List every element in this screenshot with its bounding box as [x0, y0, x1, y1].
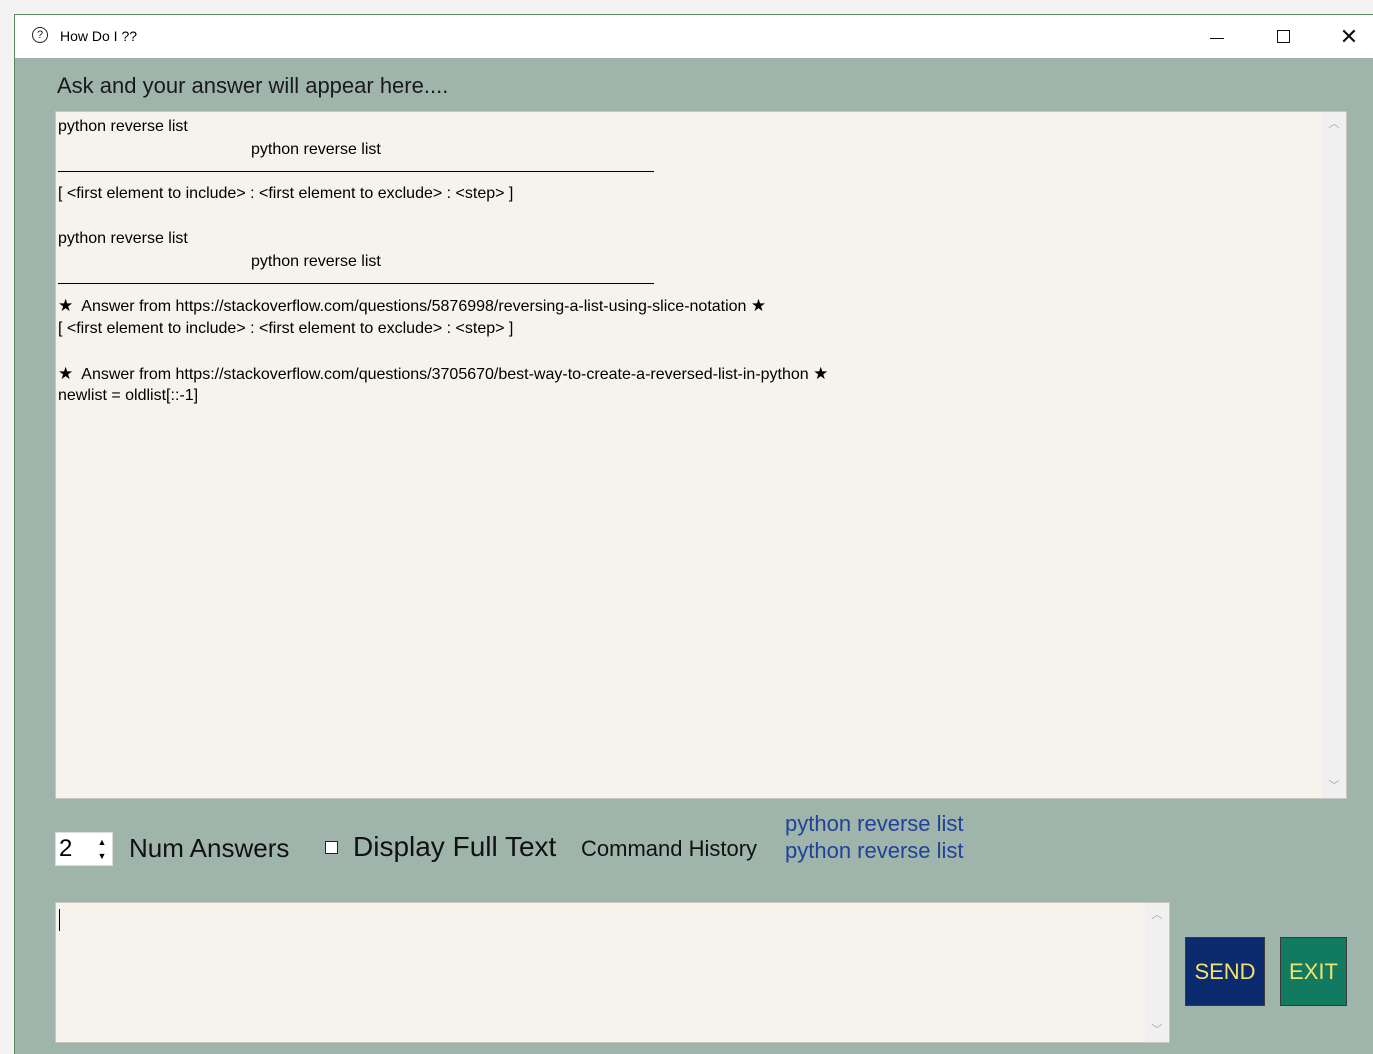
star-icon: ★: [58, 363, 74, 383]
query-input[interactable]: ︿ ﹀: [55, 902, 1170, 1043]
minimize-button[interactable]: [1185, 15, 1249, 58]
scroll-down-icon[interactable]: ﹀: [1322, 776, 1346, 796]
maximize-button[interactable]: [1251, 15, 1315, 58]
window-title: How Do I ??: [60, 28, 138, 44]
close-button[interactable]: ✕: [1317, 15, 1373, 58]
output-line: newlist = oldlist[::-1]: [58, 387, 199, 404]
input-scrollbar[interactable]: ︿ ﹀: [1145, 903, 1169, 1042]
star-icon: ★: [813, 363, 829, 383]
app-window: ? How Do I ?? ✕ Ask and your answer will…: [14, 14, 1373, 1054]
command-history-list: python reverse list python reverse list: [785, 810, 964, 864]
answer-source-text: Answer from https://stackoverflow.com/qu…: [81, 298, 747, 315]
answer-area-label: Ask and your answer will appear here....: [57, 73, 449, 98]
send-button[interactable]: SEND: [1185, 937, 1265, 1006]
minimize-icon: [1210, 38, 1224, 39]
spin-down-icon[interactable]: ▼: [94, 849, 110, 863]
output-line: [ <first element to include> : <first el…: [58, 319, 514, 337]
history-item[interactable]: python reverse list: [785, 837, 964, 864]
scroll-up-icon[interactable]: ︿: [1145, 905, 1169, 925]
separator-line: [58, 283, 654, 284]
title-bar: ? How Do I ?? ✕: [15, 15, 1373, 58]
display-full-text-checkbox[interactable]: [325, 841, 338, 854]
separator-line: [58, 171, 654, 172]
answer-source-line: ★ Answer from https://stackoverflow.com/…: [58, 363, 1318, 386]
command-history-label: Command History: [581, 836, 758, 861]
exit-button[interactable]: EXIT: [1280, 937, 1347, 1006]
star-icon: ★: [58, 296, 74, 315]
history-item[interactable]: python reverse list: [785, 810, 964, 837]
scroll-up-icon[interactable]: ︿: [1322, 114, 1346, 134]
output-line: python reverse list: [251, 140, 381, 158]
close-icon: ✕: [1339, 23, 1359, 49]
answer-output-area[interactable]: python reverse list python reverse list …: [55, 111, 1347, 799]
output-line: python reverse list: [251, 252, 381, 270]
display-full-text-label[interactable]: Display Full Text: [353, 831, 556, 863]
output-line: [ <first element to include> : <first el…: [58, 185, 514, 202]
maximize-icon: [1276, 30, 1290, 43]
scroll-down-icon[interactable]: ﹀: [1145, 1020, 1169, 1040]
num-answers-value: 2: [59, 835, 73, 862]
num-answers-spinner[interactable]: 2 ▲ ▼: [55, 832, 113, 866]
options-bar: 2 ▲ ▼ Num Answers Display Full Text Comm…: [55, 810, 1055, 870]
answer-source-text: Answer from https://stackoverflow.com/qu…: [81, 365, 809, 383]
output-line: python reverse list: [58, 118, 188, 135]
answer-output-text: python reverse list python reverse list …: [58, 116, 1318, 408]
spin-up-icon[interactable]: ▲: [94, 835, 110, 849]
answer-source-line: ★ Answer from https://stackoverflow.com/…: [58, 295, 1318, 318]
question-circle-icon: ?: [32, 27, 48, 43]
output-line: python reverse list: [58, 230, 188, 247]
star-icon: ★: [750, 296, 767, 315]
num-answers-label: Num Answers: [129, 833, 290, 863]
text-caret: [59, 909, 60, 931]
output-scrollbar[interactable]: ︿ ﹀: [1322, 112, 1346, 798]
